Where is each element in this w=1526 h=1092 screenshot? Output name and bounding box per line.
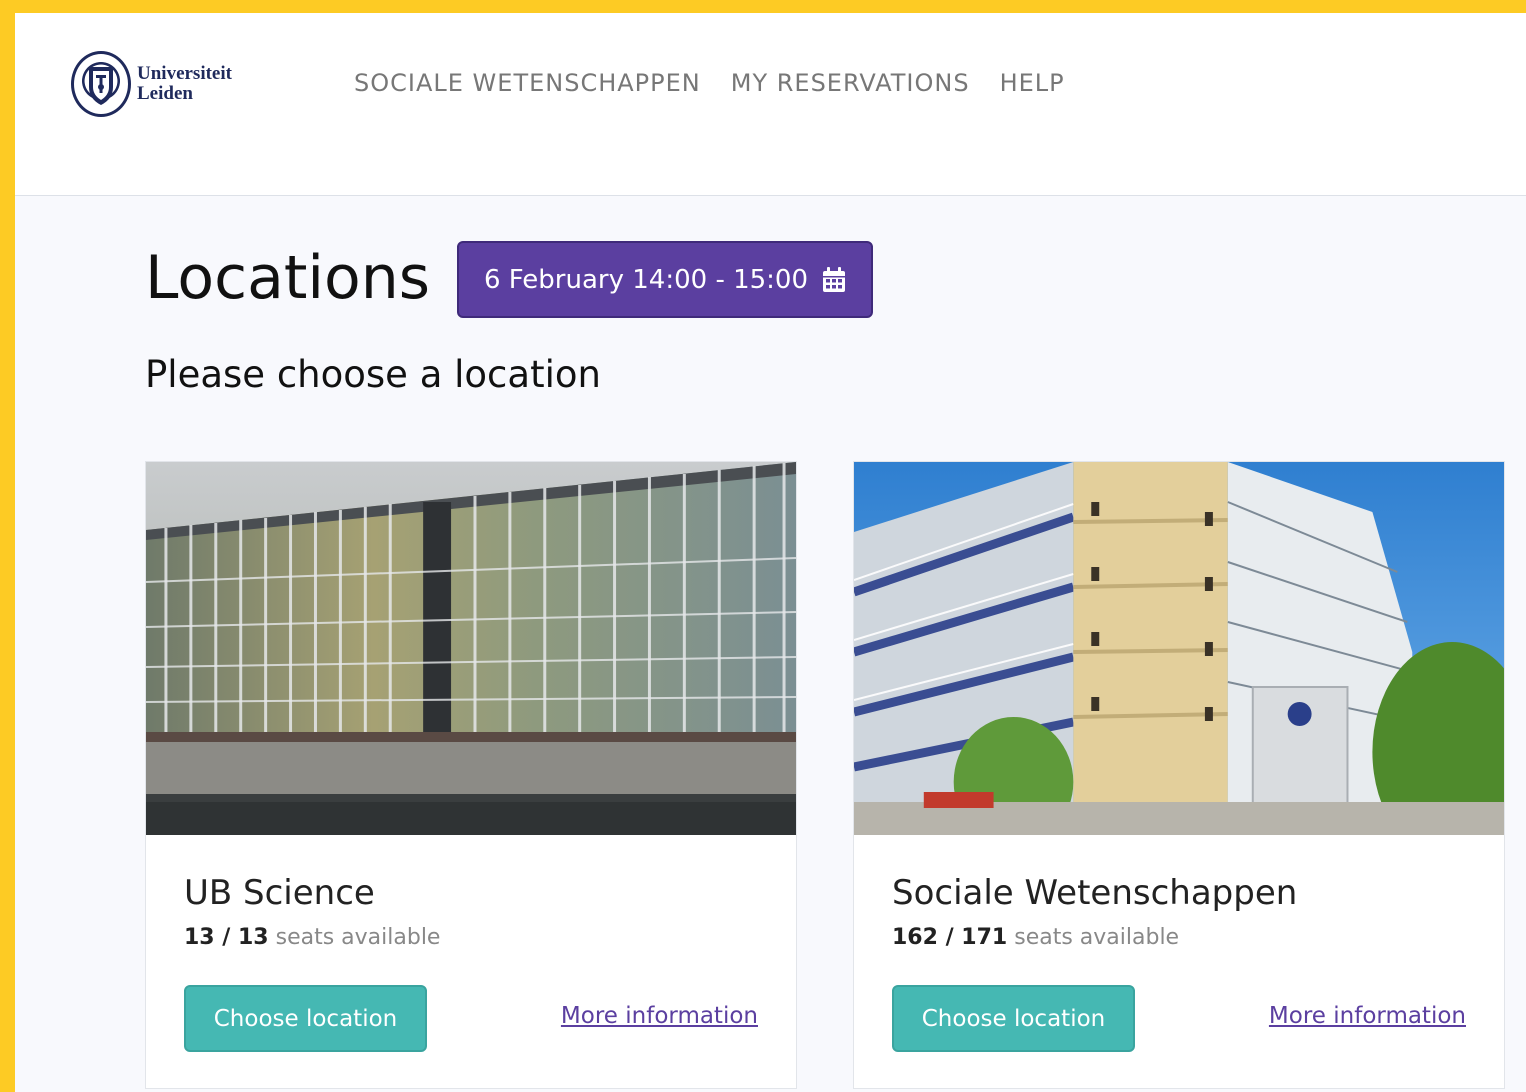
seats-total-count: 171 [961,925,1008,950]
choose-location-button[interactable]: Choose location [892,985,1135,1052]
more-information-link[interactable]: More information [1269,1003,1466,1029]
university-logo[interactable]: Universiteit Leiden [71,51,232,117]
seats-suffix: seats available [1014,925,1180,950]
wordmark-line-1: Universiteit [137,63,232,84]
location-name: Sociale Wetenschappen [892,873,1298,913]
seats-suffix: seats available [275,925,441,950]
more-information-link[interactable]: More information [561,1003,758,1029]
app-window: Universiteit Leiden SOCIALE WETENSCHAPPE… [15,13,1526,1092]
nav-sociale-wetenschappen[interactable]: SOCIALE WETENSCHAPPEN [354,69,701,97]
date-time-label: 6 February 14:00 - 15:00 [483,264,809,295]
nav-help[interactable]: HELP [1000,69,1065,97]
main-nav: SOCIALE WETENSCHAPPEN MY RESERVATIONS HE… [354,69,1065,97]
location-name: UB Science [184,873,375,913]
page-title: Locations [145,243,431,313]
seats-availability: 13 / 13 seats available [184,925,441,950]
choose-location-button[interactable]: Choose location [184,985,427,1052]
card-body: Sociale Wetenschappen 162 / 171 seats av… [854,835,1504,1090]
location-photo-sociale-wetenschappen [854,462,1504,835]
page-subtitle: Please choose a location [145,353,601,396]
card-body: UB Science 13 / 13 seats available Choos… [146,835,796,1090]
location-photo-ub-science [146,462,796,835]
seats-total-count: 13 [237,925,269,950]
wordmark-line-2: Leiden [137,83,193,104]
university-wordmark: Universiteit Leiden [137,64,232,104]
nav-my-reservations[interactable]: MY RESERVATIONS [731,69,970,97]
seats-availability: 162 / 171 seats available [892,925,1180,950]
location-card-ub-science: UB Science 13 / 13 seats available Choos… [145,461,797,1089]
university-seal-icon [71,51,131,117]
seats-available-count: 162 [892,925,938,950]
location-card-sociale-wetenschappen: Sociale Wetenschappen 162 / 171 seats av… [853,461,1505,1089]
seats-available-count: 13 [184,925,215,950]
calendar-icon [823,266,846,292]
date-time-selector-button[interactable]: 6 February 14:00 - 15:00 [457,241,873,318]
top-header: Universiteit Leiden SOCIALE WETENSCHAPPE… [15,13,1526,196]
